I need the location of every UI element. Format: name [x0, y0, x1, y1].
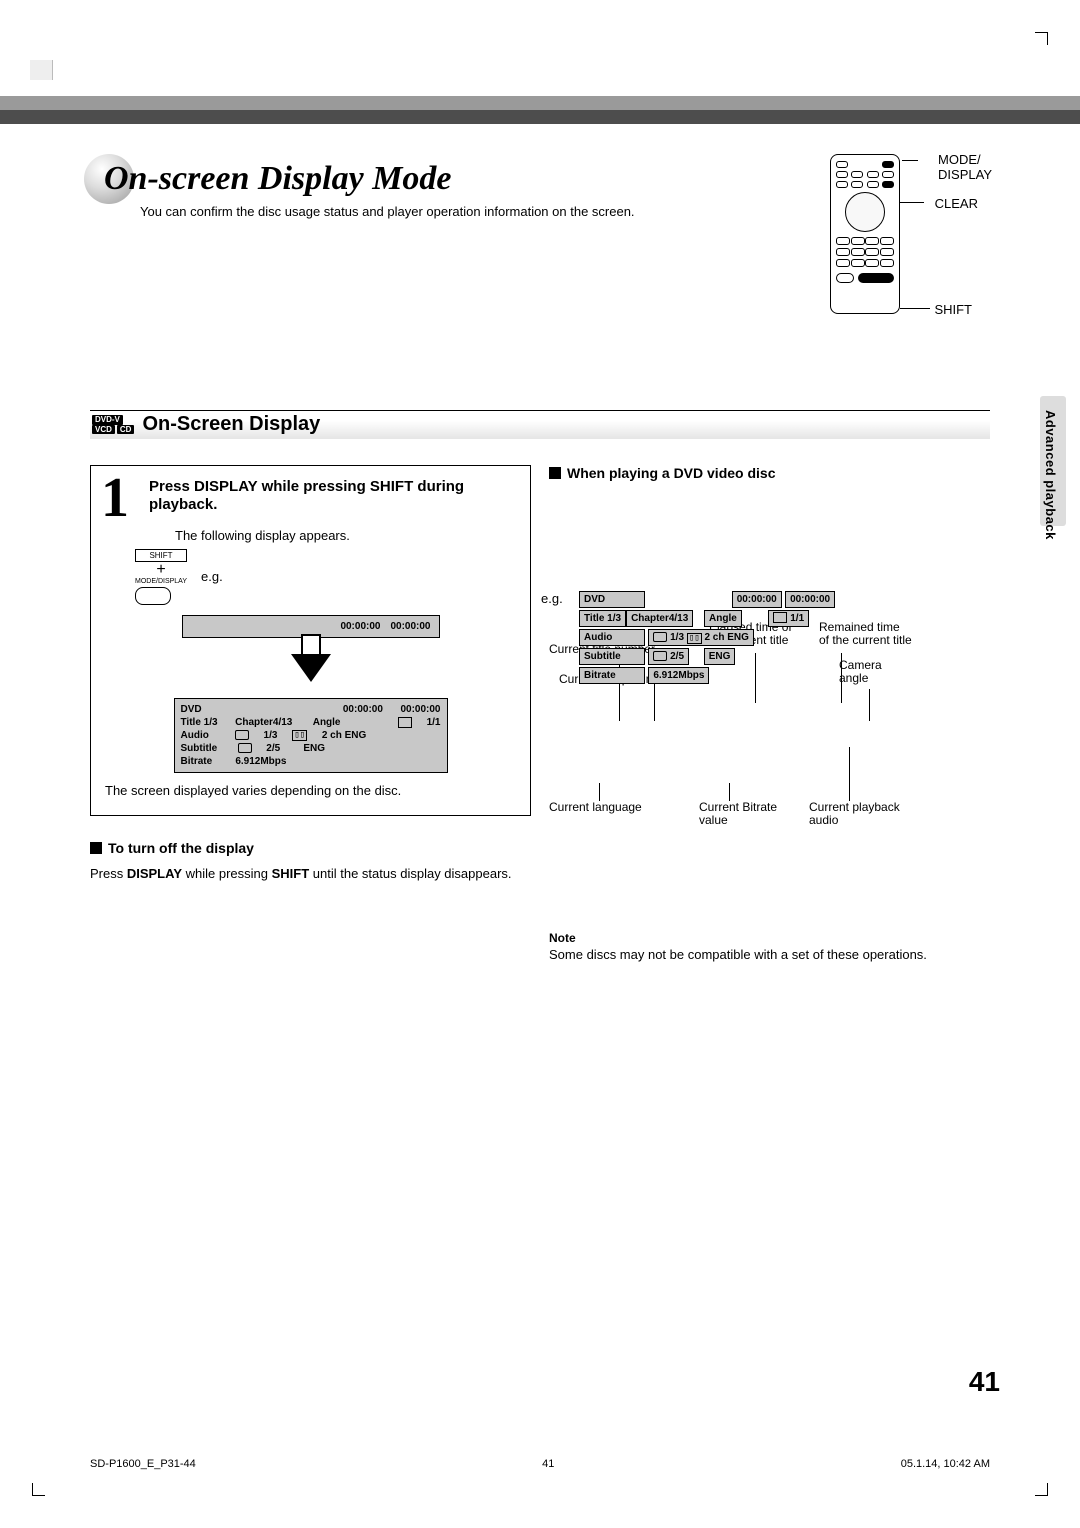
left-column: 1 Press DISPLAY while pressing SHIFT dur… — [90, 465, 531, 963]
gradient-bar-1 — [0, 96, 1080, 110]
turn-off-text: Press DISPLAY while pressing SHIFT until… — [90, 866, 531, 882]
speech-icon — [653, 632, 667, 642]
gradient-bar-2 — [0, 110, 1080, 124]
side-tab: Advanced playback — [1043, 410, 1058, 540]
speech-icon — [653, 651, 667, 661]
eg-label: e.g. — [541, 591, 563, 606]
section-bar: DVD-V VCDCD On-Screen Display — [90, 410, 990, 439]
note-heading: Note — [549, 931, 990, 945]
footer-left: SD-P1600_E_P31-44 — [90, 1458, 196, 1470]
crop-mark — [32, 1483, 45, 1496]
footer-center: 41 — [542, 1458, 554, 1470]
eg-label: e.g. — [201, 569, 223, 584]
callout-line — [599, 783, 600, 801]
page-intro: You can confirm the disc usage status an… — [140, 204, 680, 220]
remote-label-shift: SHIFT — [934, 302, 972, 317]
dolby-icon: ▯▯ — [687, 633, 702, 644]
page-title: On-screen Display Mode — [104, 160, 990, 198]
osd-annotated: e.g. DVD 00:00:00 00:00:00 Title 1/3Chap… — [579, 591, 889, 684]
spine-mark — [30, 60, 53, 80]
footer: SD-P1600_E_P31-44 41 05.1.14, 10:42 AM — [90, 1458, 990, 1470]
speech-icon — [238, 743, 252, 753]
callout-line — [729, 783, 730, 801]
callout-line — [900, 308, 930, 309]
remote-label-clear: CLEAR — [935, 196, 978, 211]
step-number: 1 — [101, 470, 129, 526]
shift-key-icon: SHIFT + MODE/DISPLAY — [135, 549, 187, 605]
turn-off-heading: To turn off the display — [90, 840, 531, 856]
osd-large: DVD00:00:00 00:00:00 Title 1/3 Chapter4/… — [174, 698, 448, 773]
speech-icon — [235, 730, 249, 740]
callout-line — [869, 689, 870, 721]
step-box: 1 Press DISPLAY while pressing SHIFT dur… — [90, 465, 531, 816]
crop-mark — [1035, 1483, 1048, 1496]
step-subtext: The following display appears. — [175, 528, 516, 543]
crop-mark — [1035, 32, 1048, 45]
camera-icon — [773, 612, 787, 623]
callout-line — [654, 683, 655, 721]
varies-note: The screen displayed varies depending on… — [105, 783, 516, 799]
callout-audio: Current playback audio — [809, 801, 900, 829]
callout-line — [849, 747, 850, 801]
callout-line — [900, 202, 924, 203]
callout-bitrate: Current Bitrate value — [699, 801, 777, 829]
footer-right: 05.1.14, 10:42 AM — [901, 1458, 990, 1470]
callout-language: Current language — [549, 801, 642, 815]
step-title: Press DISPLAY while pressing SHIFT durin… — [149, 478, 516, 514]
camera-icon — [398, 717, 412, 728]
disc-type-badges: DVD-V VCDCD — [92, 415, 134, 434]
note-text: Some discs may not be compatible with a … — [549, 947, 990, 963]
section-heading: On-Screen Display — [142, 413, 320, 436]
dvd-heading: When playing a DVD video disc — [549, 465, 990, 481]
dolby-icon: ▯▯ — [292, 730, 307, 741]
manual-page: On-screen Display Mode You can confirm t… — [0, 0, 1080, 1528]
page-number: 41 — [969, 1366, 1000, 1398]
right-column: When playing a DVD video disc Current ti… — [549, 465, 990, 963]
down-arrow-icon — [291, 654, 331, 682]
